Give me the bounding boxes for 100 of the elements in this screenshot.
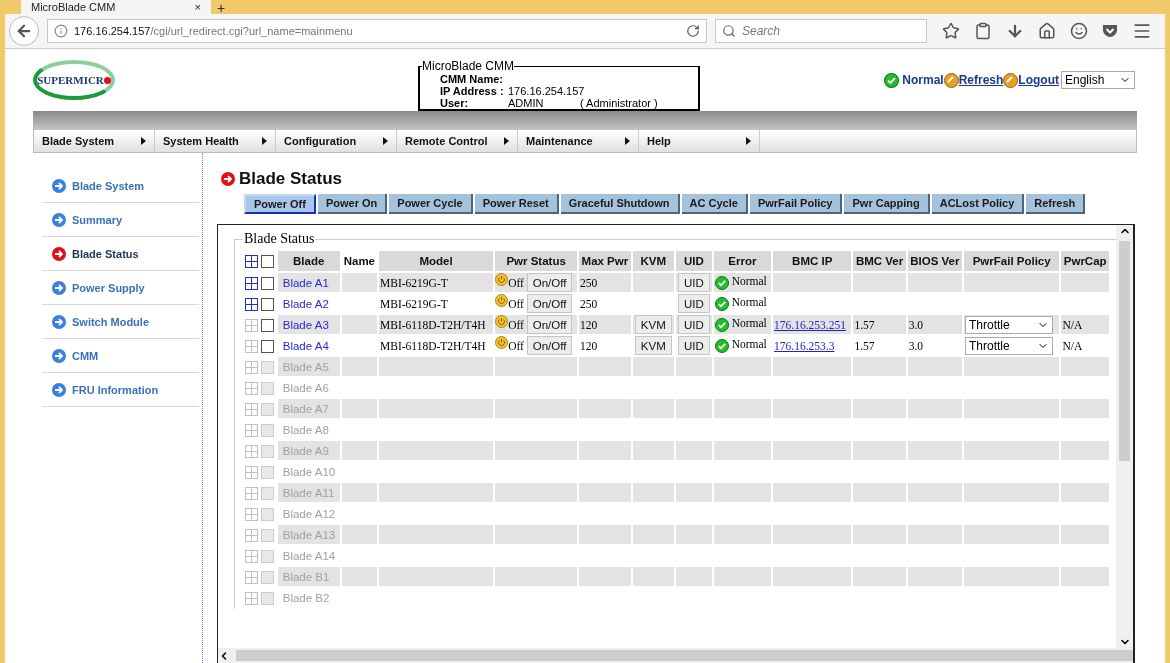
column-header: Model bbox=[379, 251, 494, 271]
menu-item[interactable]: System Health bbox=[155, 130, 276, 152]
action-button[interactable]: Power Cycle bbox=[389, 194, 473, 214]
table-cell: N/A bbox=[1062, 318, 1083, 331]
download-icon[interactable] bbox=[1006, 22, 1024, 40]
power-state: Off bbox=[508, 297, 524, 310]
action-button[interactable]: Power On bbox=[317, 194, 388, 214]
home-icon[interactable] bbox=[1038, 22, 1056, 40]
on-off-button[interactable]: On/Off bbox=[526, 336, 573, 355]
power-state: Off bbox=[508, 339, 524, 352]
policy-select[interactable]: Throttle bbox=[964, 315, 1053, 334]
browser-tab[interactable]: MicroBlade CMM × bbox=[21, 0, 211, 14]
column-header: Pwr Status bbox=[495, 251, 578, 271]
uid-button[interactable]: UID bbox=[677, 315, 710, 334]
table-cell: 120 bbox=[580, 318, 598, 331]
shield-icon[interactable] bbox=[1102, 24, 1118, 38]
blade-link[interactable]: Blade A4 bbox=[278, 339, 329, 352]
menu-item[interactable]: Help bbox=[639, 130, 760, 152]
star-icon[interactable] bbox=[942, 22, 960, 40]
uid-button[interactable]: UID bbox=[677, 294, 710, 313]
clipboard-icon[interactable] bbox=[974, 22, 992, 40]
search-field[interactable]: Search bbox=[715, 19, 927, 43]
new-tab-button[interactable]: + bbox=[217, 2, 226, 14]
action-button[interactable]: PwrFail Policy bbox=[749, 194, 843, 214]
menu-item[interactable]: Maintenance bbox=[518, 130, 639, 152]
logout-icon bbox=[1003, 72, 1019, 88]
power-state: Off bbox=[508, 276, 524, 289]
expand-all-icon[interactable] bbox=[245, 254, 258, 268]
on-off-button[interactable]: On/Off bbox=[526, 273, 573, 292]
row-checkbox[interactable] bbox=[261, 339, 274, 353]
menu-icon[interactable] bbox=[1132, 21, 1152, 41]
triangle-right-icon bbox=[262, 137, 267, 145]
refresh-link[interactable]: Refresh bbox=[958, 73, 1004, 87]
power-icon bbox=[495, 294, 509, 307]
menu-item[interactable]: Blade System bbox=[34, 130, 155, 152]
on-off-button[interactable]: On/Off bbox=[526, 315, 573, 334]
uid-button[interactable]: UID bbox=[677, 273, 710, 292]
sidebar-item[interactable]: CMM bbox=[42, 339, 199, 373]
error-status: Normal bbox=[731, 296, 767, 309]
blade-link[interactable]: Blade A2 bbox=[278, 297, 329, 310]
logo: SUPERMICR bbox=[33, 60, 115, 100]
column-header: PwrCap bbox=[1061, 251, 1109, 271]
error-status: Normal bbox=[731, 275, 767, 288]
power-icon bbox=[495, 336, 509, 349]
triangle-right-icon bbox=[383, 137, 388, 145]
triangle-right-icon bbox=[141, 137, 146, 145]
sidebar-item[interactable]: Summary bbox=[42, 203, 199, 237]
column-header: BIOS Ver bbox=[907, 251, 962, 271]
column-header: Error bbox=[713, 251, 772, 271]
column-header: Blade bbox=[277, 251, 340, 271]
table-cell: MBI-6118D-T2H/T4H bbox=[380, 339, 486, 352]
smiley-icon[interactable] bbox=[1070, 22, 1088, 40]
row-checkbox[interactable] bbox=[261, 297, 274, 311]
menu-item[interactable]: Remote Control bbox=[397, 130, 518, 152]
row-checkbox[interactable] bbox=[261, 318, 274, 332]
triangle-right-icon bbox=[504, 137, 509, 145]
horizontal-scrollbar[interactable] bbox=[218, 648, 1133, 663]
action-button[interactable]: Pwr Capping bbox=[844, 194, 930, 214]
menu-item[interactable]: Configuration bbox=[276, 130, 397, 152]
row-checkbox[interactable] bbox=[261, 276, 274, 290]
kvm-button[interactable]: KVM bbox=[634, 336, 672, 355]
expand-icon[interactable] bbox=[245, 276, 258, 290]
vertical-scrollbar[interactable] bbox=[1116, 225, 1133, 648]
table-cell: 3.0 bbox=[908, 318, 924, 331]
uid-button[interactable]: UID bbox=[677, 336, 710, 355]
sidebar-item[interactable]: Switch Module bbox=[42, 305, 199, 339]
action-button[interactable]: Refresh bbox=[1026, 194, 1086, 214]
sidebar-item[interactable]: Blade Status bbox=[42, 237, 199, 271]
action-button[interactable]: AC Cycle bbox=[681, 194, 748, 214]
kvm-button[interactable]: KVM bbox=[634, 315, 672, 334]
column-header: PwrFail Policy bbox=[963, 251, 1060, 271]
logout-link[interactable]: Logout bbox=[1018, 73, 1059, 87]
page-title: Blade Status bbox=[239, 169, 342, 189]
policy-select[interactable]: Throttle bbox=[964, 336, 1053, 355]
column-header: BMC Ver bbox=[853, 251, 906, 271]
table-cell: 250 bbox=[580, 276, 598, 289]
action-button[interactable]: Power Reset bbox=[474, 194, 559, 214]
column-header: BMC IP bbox=[773, 251, 852, 271]
sidebar-item[interactable]: FRU Information bbox=[42, 373, 199, 407]
sidebar-item[interactable]: Blade System bbox=[42, 169, 199, 203]
address-bar[interactable]: 176.16.254.157/cgi/url_redirect.cgi?url_name=mainmenu bbox=[47, 19, 707, 43]
back-button[interactable] bbox=[9, 16, 39, 46]
sidebar-item[interactable]: Power Supply bbox=[42, 271, 199, 305]
bmc-ip-link[interactable]: 176.16.253.3 bbox=[774, 339, 835, 352]
action-button[interactable]: Power Off bbox=[244, 194, 316, 214]
power-icon bbox=[495, 315, 509, 328]
on-off-button[interactable]: On/Off bbox=[526, 294, 573, 313]
language-select[interactable]: English bbox=[1061, 71, 1135, 89]
arrow-circle-icon bbox=[52, 348, 66, 363]
table-cell: MBI-6118D-T2H/T4H bbox=[380, 318, 486, 331]
expand-icon[interactable] bbox=[245, 297, 258, 311]
table-cell: 250 bbox=[580, 297, 598, 310]
column-header: Max Pwr bbox=[579, 251, 631, 271]
table-cell: 3.0 bbox=[908, 339, 924, 352]
arrow-circle-icon bbox=[52, 246, 66, 261]
arrow-circle-icon bbox=[52, 382, 66, 397]
close-icon[interactable]: × bbox=[194, 1, 201, 13]
action-button[interactable]: ACLost Policy bbox=[931, 194, 1025, 214]
select-all-checkbox[interactable] bbox=[261, 254, 274, 268]
action-button[interactable]: Graceful Shutdown bbox=[560, 194, 680, 214]
